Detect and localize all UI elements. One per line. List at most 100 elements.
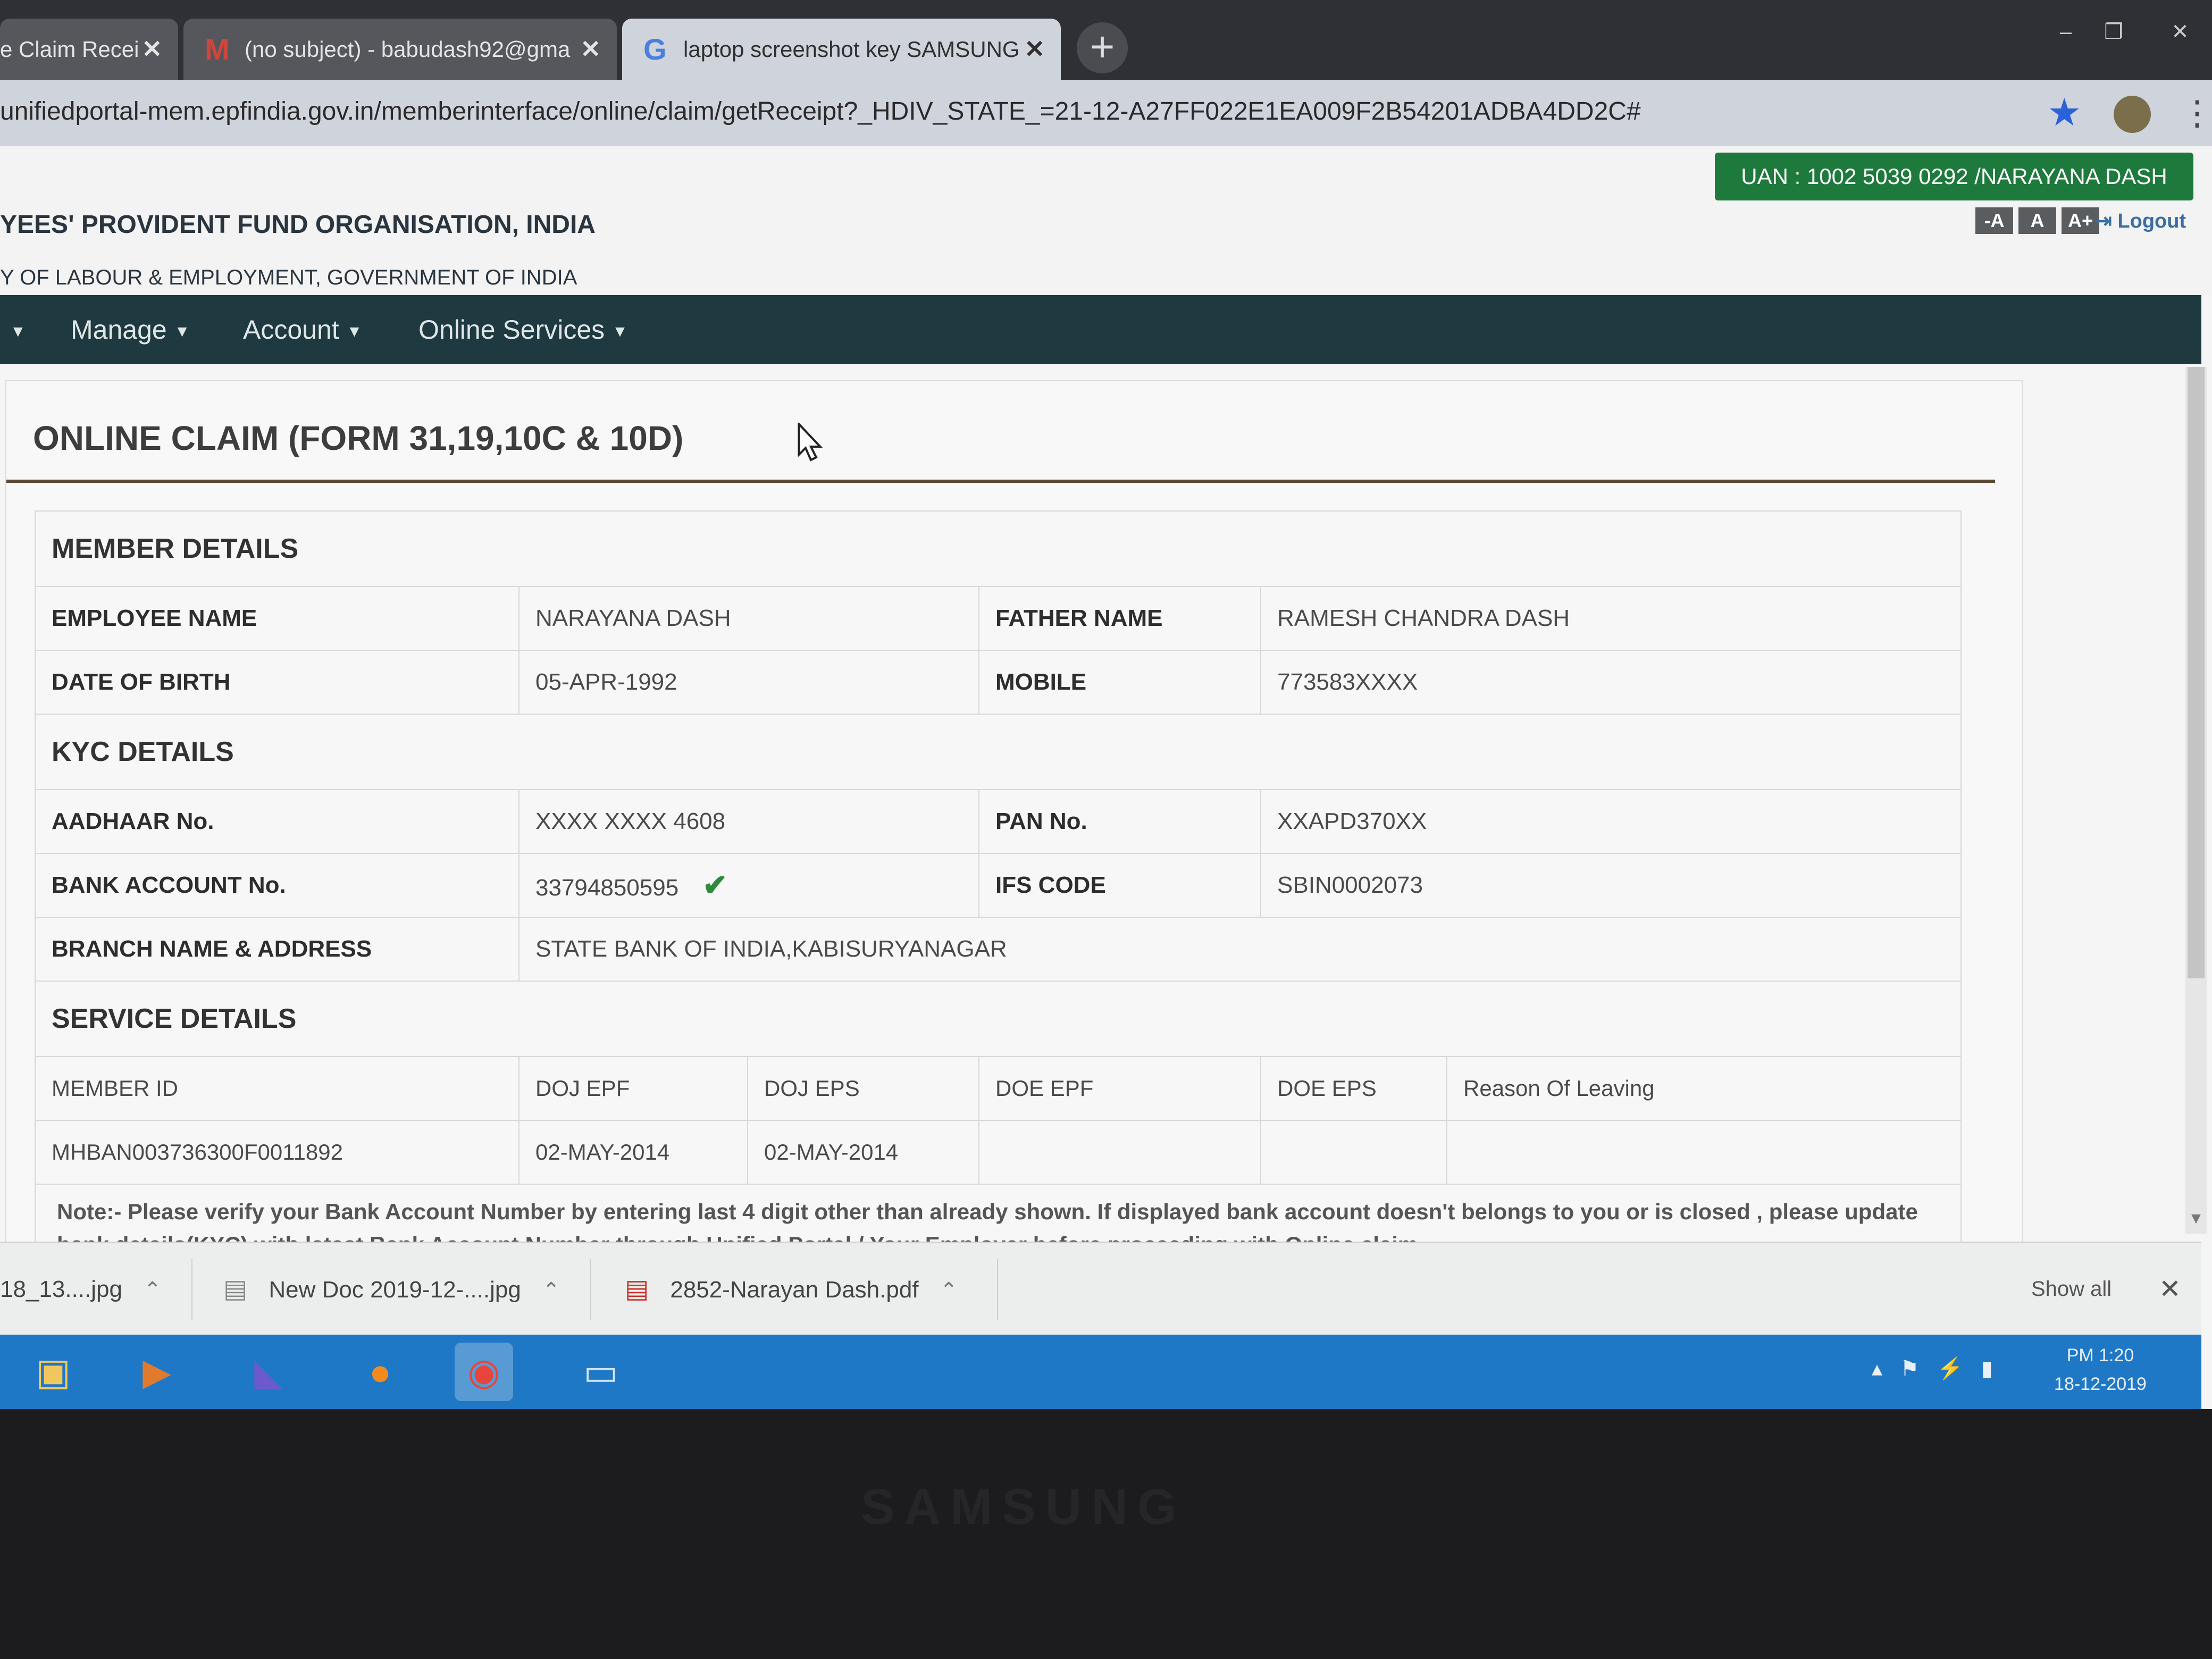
font-normal-button[interactable]: A xyxy=(2018,207,2056,234)
gmail-icon: M xyxy=(205,32,230,66)
uan-badge: UAN : 1002 5039 0292 /NARAYANA DASH xyxy=(1715,153,2193,200)
pan-value: XXAPD370XX xyxy=(1277,808,1427,834)
column-header: DOE EPF xyxy=(979,1057,1261,1120)
profile-avatar[interactable] xyxy=(2114,96,2151,133)
reason-of-leaving-value xyxy=(1447,1121,1960,1184)
service-details-heading: SERVICE DETAILS xyxy=(36,982,1960,1057)
column-header: MEMBER ID xyxy=(36,1057,520,1120)
power-icon[interactable]: ⚡ xyxy=(1937,1357,1964,1380)
table-row: BANK ACCOUNT No. 33794850595 ✔ IFS CODE S… xyxy=(36,854,1960,918)
scroll-down-arrow-icon[interactable]: ▼ xyxy=(2185,1210,2207,1231)
doj-epf-value: 02-MAY-2014 xyxy=(520,1121,748,1184)
media-player-icon[interactable]: ▶ xyxy=(128,1343,186,1401)
show-all-button[interactable]: Show all xyxy=(2031,1243,2112,1336)
table-row: BRANCH NAME & ADDRESS STATE BANK OF INDI… xyxy=(36,918,1960,982)
browser-toolbar: unifiedportal-mem.epfindia.gov.in/member… xyxy=(0,80,2212,146)
employee-name-label: EMPLOYEE NAME xyxy=(36,587,520,650)
restore-button[interactable]: ❐ xyxy=(2092,13,2135,51)
father-name-value: RAMESH CHANDRA DASH xyxy=(1277,605,1570,631)
nav-label: Manage xyxy=(71,315,167,345)
file-explorer-icon[interactable]: ▣ xyxy=(24,1343,82,1401)
firefox-icon[interactable]: ● xyxy=(351,1343,409,1401)
bank-account-label: BANK ACCOUNT No. xyxy=(36,854,520,917)
tab-gmail[interactable]: M (no subject) - babudash92@gma ✕ xyxy=(183,19,617,80)
monitor-brand-logo: SAMSUNG xyxy=(861,1479,1186,1535)
document-icon: ▤ xyxy=(223,1275,248,1303)
tab-label: (no subject) - babudash92@gma xyxy=(245,37,571,62)
nav-account[interactable]: Account ▼ xyxy=(243,295,362,364)
logout-link[interactable]: ⇥ Logout xyxy=(2095,209,2186,233)
mobile-label: MOBILE xyxy=(979,651,1261,714)
download-item[interactable]: ▤ 2852-Narayan Dash.pdf ⌃ xyxy=(625,1243,958,1336)
nav-manage[interactable]: Manage ▼ xyxy=(71,295,190,364)
divider xyxy=(997,1259,998,1320)
branch-value: STATE BANK OF INDIA,KABISURYANAGAR xyxy=(535,936,1007,962)
ministry-name: Y OF LABOUR & EMPLOYMENT, GOVERNMENT OF … xyxy=(0,266,577,289)
font-size-controls: -A A A+ xyxy=(1975,207,2105,234)
divider xyxy=(191,1259,192,1320)
font-decrease-button[interactable]: -A xyxy=(1975,207,2013,234)
os-taskbar: ▣ ▶ ◣ ● ◉ ▭ ▴ ⚑ ⚡ ▮ PM 1:20 18-12-2019 xyxy=(0,1335,2201,1409)
kyc-details-heading: KYC DETAILS xyxy=(36,715,1960,790)
dob-value: 05-APR-1992 xyxy=(520,651,979,714)
column-header: DOE EPS xyxy=(1261,1057,1447,1120)
table-row: DATE OF BIRTH 05-APR-1992 MOBILE 773583X… xyxy=(36,651,1960,715)
nav-caret-icon[interactable]: ▼ xyxy=(3,295,26,364)
download-item[interactable]: 18_13....jpg ⌃ xyxy=(0,1243,161,1336)
column-header: DOJ EPS xyxy=(748,1057,979,1120)
aadhaar-value: XXXX XXXX 4608 xyxy=(520,790,979,853)
close-icon[interactable]: ✕ xyxy=(141,19,162,80)
logout-icon: ⇥ xyxy=(2095,210,2118,232)
dob-label: DATE OF BIRTH xyxy=(36,651,520,714)
download-filename: New Doc 2019-12-....jpg xyxy=(269,1277,521,1303)
minimize-button[interactable]: – xyxy=(2045,13,2087,51)
chevron-up-icon[interactable]: ⌃ xyxy=(940,1279,958,1302)
close-icon[interactable]: ✕ xyxy=(1024,19,1045,80)
chrome-icon[interactable]: ◉ xyxy=(455,1343,513,1401)
member-id-value: MHBAN003736300F0011892 xyxy=(36,1121,520,1184)
divider xyxy=(590,1259,591,1320)
mouse-cursor-icon xyxy=(798,423,823,462)
employee-name-value: NARAYANA DASH xyxy=(520,587,979,650)
table-row: MHBAN003736300F0011892 02-MAY-2014 02-MA… xyxy=(36,1121,1960,1185)
browser-tab-bar: e Claim Recei ✕ M (no subject) - babudas… xyxy=(0,0,2212,80)
chevron-up-icon[interactable]: ⌃ xyxy=(144,1278,162,1302)
scrollbar-thumb[interactable] xyxy=(2188,367,2205,978)
action-center-flag-icon[interactable]: ⚑ xyxy=(1900,1357,1919,1380)
clock-date: 18-12-2019 xyxy=(2054,1374,2147,1394)
visual-studio-icon[interactable]: ◣ xyxy=(239,1343,298,1401)
chevron-up-icon[interactable]: ⌃ xyxy=(542,1279,560,1302)
close-icon[interactable]: ✕ xyxy=(580,19,601,80)
taskbar-clock[interactable]: PM 1:20 18-12-2019 xyxy=(2047,1341,2154,1398)
nav-label: Online Services xyxy=(418,315,605,345)
nav-online-services[interactable]: Online Services ▼ xyxy=(418,295,628,364)
ifs-label: IFS CODE xyxy=(979,854,1261,917)
doj-eps-value: 02-MAY-2014 xyxy=(748,1121,979,1184)
network-signal-icon[interactable]: ▮ xyxy=(1981,1357,1993,1380)
new-tab-button[interactable]: + xyxy=(1077,22,1128,73)
page-title: ONLINE CLAIM (FORM 31,19,10C & 10D) xyxy=(33,419,684,457)
font-increase-button[interactable]: A+ xyxy=(2062,207,2099,234)
bank-account-value: 33794850595 xyxy=(535,875,679,901)
close-icon[interactable]: ✕ xyxy=(2159,1243,2181,1336)
bank-account-cell: 33794850595 ✔ xyxy=(520,854,979,917)
remote-desktop-icon[interactable]: ▭ xyxy=(572,1343,630,1401)
address-bar[interactable]: unifiedportal-mem.epfindia.gov.in/member… xyxy=(0,85,2010,138)
tab-label: e Claim Recei xyxy=(0,37,139,62)
bookmark-star-icon[interactable]: ★ xyxy=(2047,86,2082,139)
download-item[interactable]: ▤ New Doc 2019-12-....jpg ⌃ xyxy=(223,1243,560,1336)
mobile-value: 773583XXXX xyxy=(1277,669,1418,695)
tab-google-search[interactable]: G laptop screenshot key SAMSUNG ✕ xyxy=(622,19,1061,80)
site-header: UAN : 1002 5039 0292 /NARAYANA DASH -A A A… xyxy=(0,146,2212,295)
branch-label: BRANCH NAME & ADDRESS xyxy=(36,918,520,981)
nav-label: Account xyxy=(243,315,339,345)
close-window-button[interactable]: ✕ xyxy=(2159,13,2201,51)
chevron-down-icon: ▼ xyxy=(174,322,190,340)
doe-eps-value xyxy=(1261,1121,1447,1184)
tray-expand-icon[interactable]: ▴ xyxy=(1872,1357,1882,1380)
google-icon: G xyxy=(643,32,667,66)
menu-kebab-icon[interactable]: ⋮ xyxy=(2180,86,2212,139)
tab-claim-receipt[interactable]: e Claim Recei ✕ xyxy=(0,19,178,80)
claim-details-table: MEMBER DETAILS EMPLOYEE NAME NARAYANA DA… xyxy=(35,510,1962,1278)
service-header-row: MEMBER ID DOJ EPF DOJ EPS DOE EPF DOE EP… xyxy=(36,1057,1960,1121)
